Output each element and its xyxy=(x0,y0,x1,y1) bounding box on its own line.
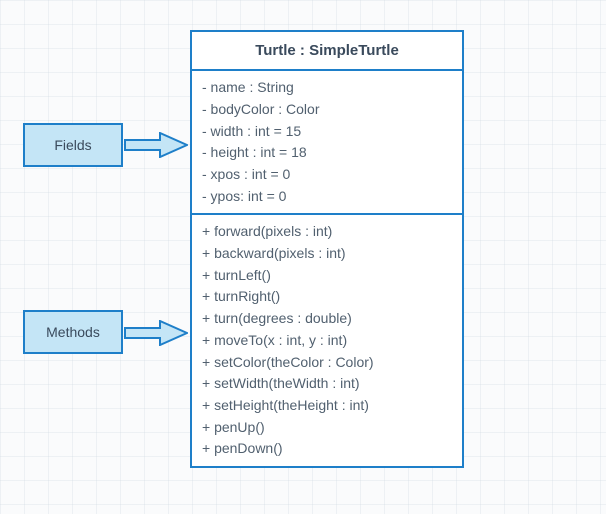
uml-field-4: - xpos : int = 0 xyxy=(202,164,452,186)
uml-field-3: - height : int = 18 xyxy=(202,142,452,164)
uml-method-1: + backward(pixels : int) xyxy=(202,243,452,265)
uml-method-10: + penDown() xyxy=(202,438,452,460)
fields-callout: Fields xyxy=(23,123,123,167)
uml-field-0: - name : String xyxy=(202,77,452,99)
diagram-canvas: Fields Methods Turtle : SimpleTurtle - n… xyxy=(0,0,606,514)
uml-method-5: + moveTo(x : int, y : int) xyxy=(202,330,452,352)
uml-class-title: Turtle : SimpleTurtle xyxy=(192,32,462,69)
arrow-methods-icon xyxy=(124,320,188,346)
methods-callout: Methods xyxy=(23,310,123,354)
fields-callout-label: Fields xyxy=(54,137,91,153)
uml-method-2: + turnLeft() xyxy=(202,265,452,287)
arrow-fields-icon xyxy=(124,132,188,158)
uml-field-2: - width : int = 15 xyxy=(202,121,452,143)
uml-method-8: + setHeight(theHeight : int) xyxy=(202,395,452,417)
uml-method-7: + setWidth(theWidth : int) xyxy=(202,373,452,395)
uml-field-1: - bodyColor : Color xyxy=(202,99,452,121)
uml-class-box: Turtle : SimpleTurtle - name : String- b… xyxy=(190,30,464,468)
uml-method-0: + forward(pixels : int) xyxy=(202,221,452,243)
uml-fields-section: - name : String- bodyColor : Color- widt… xyxy=(192,69,462,213)
uml-method-9: + penUp() xyxy=(202,417,452,439)
uml-methods-section: + forward(pixels : int)+ backward(pixels… xyxy=(192,213,462,466)
uml-method-4: + turn(degrees : double) xyxy=(202,308,452,330)
uml-field-5: - ypos: int = 0 xyxy=(202,186,452,208)
methods-callout-label: Methods xyxy=(46,324,100,340)
uml-method-6: + setColor(theColor : Color) xyxy=(202,352,452,374)
uml-method-3: + turnRight() xyxy=(202,286,452,308)
